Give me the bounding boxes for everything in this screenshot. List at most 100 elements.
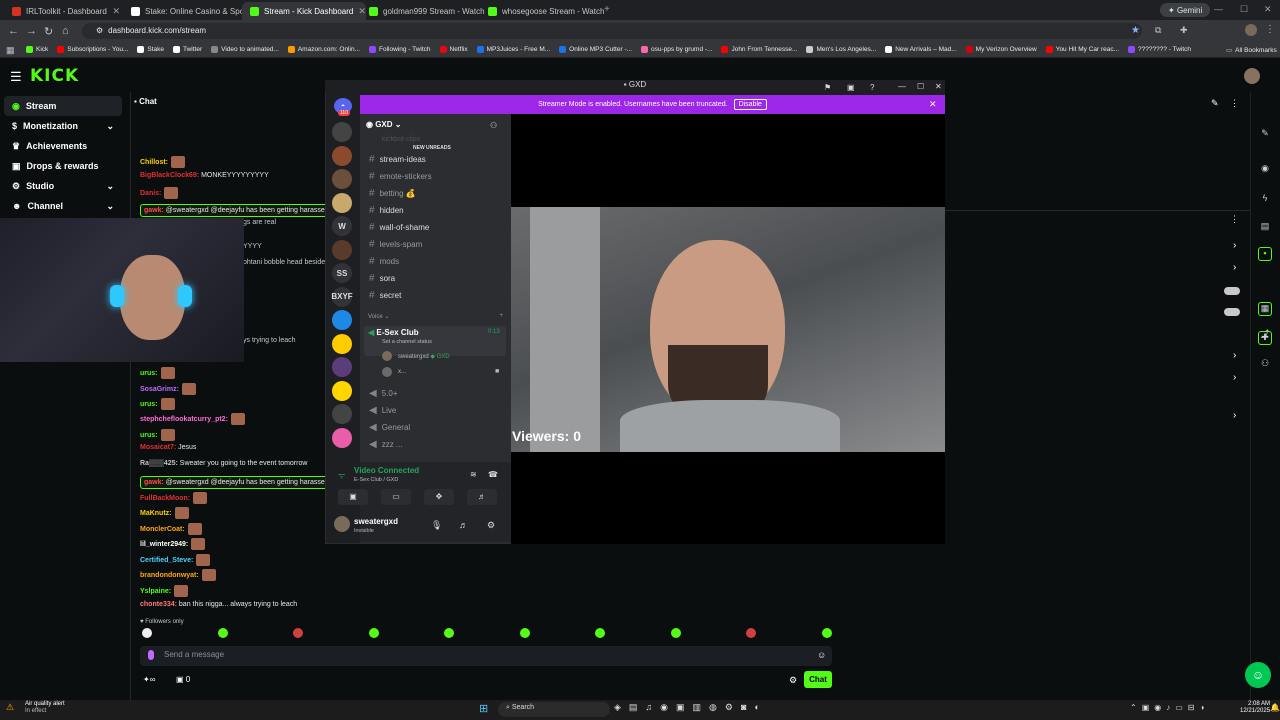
- bookmark-item[interactable]: Men's Los Angeles...: [806, 46, 876, 53]
- voice-category[interactable]: Voice ⌄ +: [368, 313, 503, 320]
- layout-tool-icon[interactable]: ▦: [1258, 302, 1272, 316]
- sidebar-item-channel[interactable]: ☻ Channel ⌄: [4, 196, 122, 216]
- server-icon[interactable]: SS: [332, 263, 352, 283]
- panel-menu-icon[interactable]: ⋮: [1230, 98, 1239, 109]
- taskbar-clock[interactable]: 2:08 AM 12/21/2025: [1240, 701, 1270, 715]
- chat-message[interactable]: gs are real: [243, 219, 276, 226]
- chat-message[interactable]: urus:: [140, 429, 175, 441]
- add-member-icon[interactable]: ⚇: [490, 121, 497, 130]
- discord-minimize-icon[interactable]: —: [898, 82, 906, 91]
- chat-tool-icon[interactable]: ▪: [1258, 247, 1272, 261]
- chat-message[interactable]: urus:: [140, 398, 175, 410]
- chat-message[interactable]: MonclerCoat:: [140, 523, 202, 535]
- chat-username[interactable]: urus:: [140, 401, 158, 408]
- back-icon[interactable]: ←: [8, 25, 19, 37]
- gemini-button[interactable]: ✦ Gemini: [1160, 3, 1211, 17]
- chat-username[interactable]: MaKnutz:: [140, 510, 172, 517]
- chat-settings-icon[interactable]: ⚙: [789, 675, 797, 686]
- disable-streamer-mode-button[interactable]: Disable: [733, 99, 767, 110]
- emote-icon[interactable]: [368, 628, 379, 638]
- chat-message[interactable]: YYYY: [243, 243, 262, 250]
- bookmark-item[interactable]: New Arrivals – Mad...: [885, 46, 957, 53]
- emote-icon[interactable]: [746, 628, 756, 638]
- chat-message[interactable]: Ra▒▒▒425: Sweater you going to the event…: [140, 460, 307, 467]
- chat-username[interactable]: BigBlackClock69:: [140, 172, 199, 179]
- soundboard-button[interactable]: ♬: [467, 489, 497, 505]
- text-channel[interactable]: # sora: [366, 271, 506, 285]
- chat-message[interactable]: ohtani bobble head beside: [243, 259, 325, 266]
- minimize-icon[interactable]: —: [1214, 4, 1223, 14]
- microphone-icon[interactable]: 🎙: [431, 520, 442, 531]
- emote-icon[interactable]: [142, 628, 152, 638]
- bookmark-item[interactable]: John From Tennesse...: [721, 46, 797, 53]
- banner-close-icon[interactable]: ✕: [929, 99, 937, 110]
- sidebar-item-drops[interactable]: ▣ Drops & rewards: [4, 156, 122, 176]
- kick-logo[interactable]: KICK: [30, 66, 79, 86]
- support-chat-button[interactable]: ☺: [1245, 662, 1271, 688]
- chat-username[interactable]: urus:: [140, 370, 158, 377]
- emote-icon[interactable]: [595, 628, 605, 638]
- user-avatar[interactable]: [1244, 68, 1260, 84]
- browser-tab[interactable]: IRLToolkit - Dashboard ✕: [4, 2, 128, 20]
- chat-username[interactable]: chonte334:: [140, 601, 177, 608]
- taskbar-search[interactable]: ⌕ Search: [498, 702, 610, 717]
- taskbar-apps[interactable]: ◈▤♫◉▣▥◍⚙◙◐: [614, 702, 768, 713]
- users-icon[interactable]: ⚇: [1258, 358, 1272, 372]
- voice-channel[interactable]: ◀ zzz ...: [366, 437, 506, 451]
- emote-icon[interactable]: [821, 628, 832, 638]
- server-header[interactable]: ◉ GXD ⌄: [366, 120, 506, 129]
- chevron-right-icon[interactable]: ›: [1233, 410, 1236, 421]
- server-icon[interactable]: BXYF: [331, 286, 353, 307]
- noise-suppression-icon[interactable]: ≋: [470, 470, 477, 479]
- bookmark-item[interactable]: Twitter: [172, 46, 202, 53]
- profile-avatar[interactable]: [1245, 24, 1257, 36]
- chat-message[interactable]: brandondonwyat:: [140, 569, 216, 581]
- bookmark-item[interactable]: Video to animated...: [211, 46, 279, 53]
- chevron-right-icon[interactable]: ›: [1233, 240, 1236, 251]
- voice-channel[interactable]: ◀ General: [366, 420, 506, 434]
- forward-icon[interactable]: →: [26, 25, 37, 37]
- chat-message[interactable]: BigBlackClock69: MONKEYYYYYYYYY: [140, 172, 269, 179]
- server-icon[interactable]: [332, 333, 352, 354]
- emote-icon[interactable]: [217, 628, 228, 638]
- user-avatar[interactable]: [334, 516, 350, 532]
- text-channel[interactable]: # stream-ideas: [366, 152, 506, 166]
- text-channel[interactable]: # wall-of-shame: [366, 220, 506, 234]
- home-icon[interactable]: ⌂: [62, 25, 69, 37]
- user-settings-icon[interactable]: ⚙: [487, 520, 495, 531]
- all-bookmarks[interactable]: ▭ All Bookmarks: [1226, 46, 1277, 55]
- chat-message[interactable]: chonte334: ban this nigga... always tryi…: [140, 601, 297, 608]
- text-channel[interactable]: # secret: [366, 288, 506, 302]
- chat-username[interactable]: MonclerCoat:: [140, 526, 185, 533]
- chat-message[interactable]: Danis:: [140, 187, 179, 199]
- disconnect-icon[interactable]: ☎: [488, 470, 498, 479]
- inbox-icon[interactable]: ▣: [847, 83, 855, 92]
- extensions-icon[interactable]: ⧉: [1155, 25, 1161, 36]
- voice-channel[interactable]: ◀ Live: [366, 403, 506, 417]
- server-icon[interactable]: [332, 380, 352, 401]
- chat-username[interactable]: gawk:: [144, 207, 164, 214]
- activities-button[interactable]: ✥: [424, 489, 454, 505]
- chat-message[interactable]: MaKnutz:: [140, 507, 189, 519]
- chat-message[interactable]: SosaGrimz:: [140, 383, 196, 395]
- sidebar-item-monetization[interactable]: $ Monetization ⌄: [4, 116, 122, 136]
- server-icon[interactable]: [332, 310, 352, 330]
- sidebar-item-achievements[interactable]: ♛ Achievements: [4, 136, 122, 156]
- wrench-icon[interactable]: ✚: [1258, 331, 1272, 345]
- chat-username[interactable]: Mosaicat7:: [140, 444, 176, 451]
- lightning-icon[interactable]: ϟ: [1258, 193, 1272, 207]
- camera-icon[interactable]: ◉: [1258, 163, 1272, 177]
- browser-tab[interactable]: Stream - Kick Dashboard ✕: [242, 2, 366, 20]
- emote-icon[interactable]: [519, 628, 530, 638]
- chat-message[interactable]: lil_winter2949:: [140, 538, 206, 550]
- chevron-right-icon[interactable]: ›: [1233, 262, 1236, 273]
- chat-username[interactable]: lil_winter2949:: [140, 541, 188, 548]
- channel-status[interactable]: Set a channel status: [382, 339, 432, 345]
- chat-message[interactable]: urus:: [140, 367, 175, 379]
- bookmark-item[interactable]: You Hit My Car reac...: [1045, 46, 1119, 53]
- server-icon[interactable]: [332, 357, 352, 377]
- chat-username[interactable]: Yslpaine:: [140, 588, 171, 595]
- bookmark-item[interactable]: osu-pps by grumd -...: [641, 46, 712, 53]
- chat-message[interactable]: gawk: @sweatergxd @deejayfu has been get…: [140, 204, 337, 217]
- puzzle-icon[interactable]: ✚: [1180, 25, 1188, 36]
